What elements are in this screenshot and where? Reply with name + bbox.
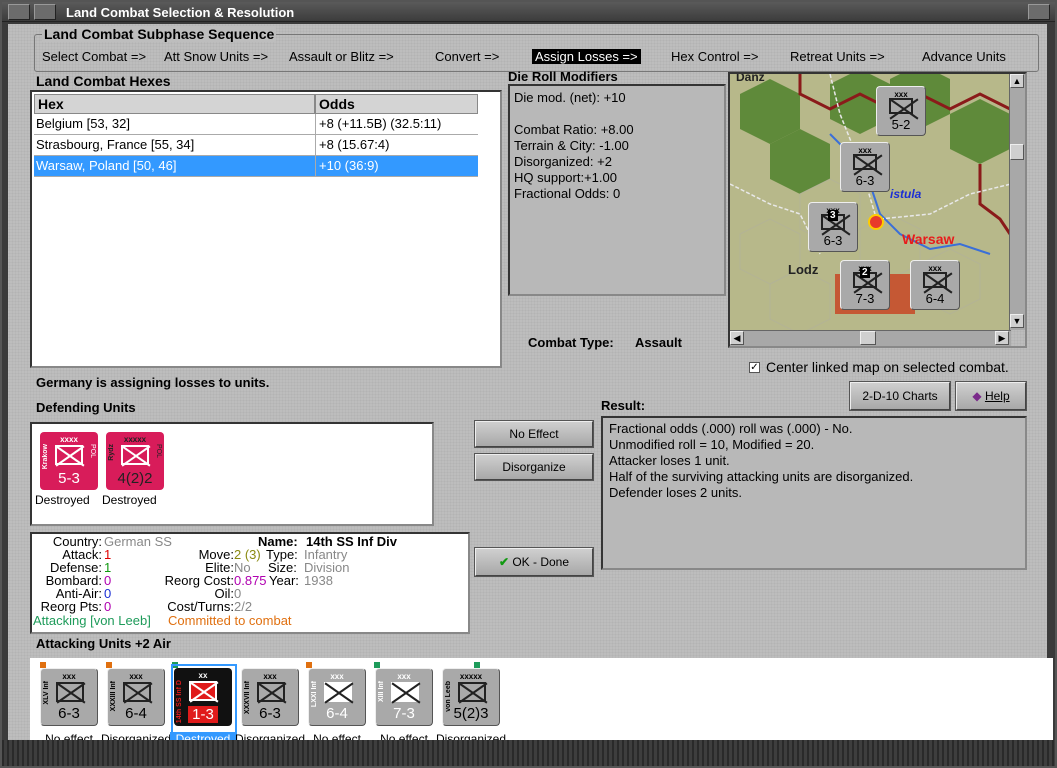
hex-table[interactable]: Hex Odds Belgium [53, 32] +8 (+11.5B) (3… — [30, 90, 502, 368]
result-line: Fractional odds (.000) roll was (.000) -… — [609, 421, 853, 436]
combat-window: Land Combat Selection & Resolution Land … — [0, 0, 1057, 768]
window-bottom-border — [2, 740, 1055, 766]
defending-units-panel: xxxx Krakow POL 5-3 xxxxx Rydz POL 4(2)2… — [30, 422, 434, 526]
odds-cell: +10 (36:9) — [319, 158, 379, 173]
scroll-down-arrow-icon[interactable]: ▼ — [1010, 314, 1024, 328]
unit-year: 1938 — [304, 573, 333, 588]
phase-select-combat[interactable]: Select Combat => — [42, 49, 146, 64]
defending-unit-counter[interactable]: xxxx Krakow POL 5-3 — [40, 432, 98, 490]
odds-cell: +8 (+11.5B) (32.5:11) — [319, 116, 442, 131]
stack-count-badge: 2 — [860, 267, 870, 278]
close-button[interactable] — [1028, 4, 1050, 20]
phase-retreat-units[interactable]: Retreat Units => — [790, 49, 885, 64]
defending-unit-counter[interactable]: xxxxx Rydz POL 4(2)2 — [106, 432, 164, 490]
table-row[interactable]: Strasbourg, France [55, 34] +8 (15.67:4) — [34, 135, 478, 156]
column-header-odds[interactable]: Odds — [315, 94, 478, 114]
attacking-unit-counter[interactable]: xxx XXXIII Inf 6-4 — [107, 668, 165, 726]
result-line: Unmodified roll = 10, Modified = 20. — [609, 437, 815, 452]
title-bar: Land Combat Selection & Resolution — [2, 2, 1055, 22]
unit-country: German SS — [104, 534, 172, 549]
result-line: Defender loses 2 units. — [609, 485, 742, 500]
attacking-unit-counter[interactable]: xxx XXXVII Inf 6-3 — [241, 668, 299, 726]
attacking-unit-counter[interactable]: xxx LXXI Inf 6-4 — [308, 668, 366, 726]
unit-status: Destroyed — [102, 493, 157, 507]
combat-type-value: Assault — [635, 335, 682, 350]
die-roll-line: Combat Ratio: +8.00 — [514, 122, 634, 137]
help-book-icon: ◆ — [972, 389, 985, 403]
result-line: Attacker loses 1 unit. — [609, 453, 730, 468]
map-vertical-scrollbar[interactable]: ▲ ▼ — [1009, 74, 1025, 330]
scroll-up-arrow-icon[interactable]: ▲ — [1010, 74, 1024, 88]
scroll-right-arrow-icon[interactable]: ▶ — [995, 331, 1009, 345]
die-roll-line: Die mod. (net): +10 — [514, 90, 626, 105]
attacking-unit-counter[interactable]: xxxxx von Leeb 5(2)3 — [442, 668, 500, 726]
charts-button[interactable]: 2-D-10 Charts — [849, 381, 951, 411]
phase-advance-units[interactable]: Advance Units — [922, 49, 1006, 64]
center-map-checkbox[interactable]: ✓ — [749, 362, 760, 373]
phase-att-snow-units[interactable]: Att Snow Units => — [164, 49, 268, 64]
unit-cost-turns: 2/2 — [234, 599, 253, 614]
unit-reorg-pts: 0 — [104, 599, 112, 614]
disorganize-button[interactable]: Disorganize — [474, 453, 594, 481]
stack-count-badge: 3 — [828, 210, 838, 221]
no-effect-button[interactable]: No Effect — [474, 420, 594, 448]
scroll-left-arrow-icon[interactable]: ◀ — [730, 331, 744, 345]
window-title: Land Combat Selection & Resolution — [66, 5, 295, 20]
die-roll-line: HQ support:+1.00 — [514, 170, 617, 185]
ok-done-button[interactable]: ✔ OK - Done — [474, 547, 594, 577]
scroll-thumb[interactable] — [860, 331, 876, 345]
phase-assign-losses[interactable]: Assign Losses => — [532, 49, 641, 64]
hex-cell: Warsaw, Poland [50, 46] — [36, 158, 177, 173]
map-label-warsaw: Warsaw — [902, 231, 955, 247]
phase-hex-control[interactable]: Hex Control => — [671, 49, 758, 64]
map-label-vistula: istula — [890, 187, 922, 201]
phase-convert[interactable]: Convert => — [435, 49, 499, 64]
help-button[interactable]: ◆ Help — [955, 381, 1027, 411]
subphase-title: Land Combat Subphase Sequence — [42, 26, 277, 42]
client-area: Land Combat Subphase Sequence Select Com… — [8, 24, 1053, 762]
status-line: Germany is assigning losses to units. — [36, 375, 270, 390]
die-roll-line: Terrain & City: -1.00 — [514, 138, 629, 153]
map-counter[interactable]: xxx 6-4 — [910, 260, 960, 310]
map-label-danzig: Danz — [736, 72, 765, 84]
center-map-label[interactable]: Center linked map on selected combat. — [766, 359, 1009, 375]
attacking-unit-counter-selected[interactable]: xx 14th SS Inf D 1-3 — [174, 668, 232, 726]
unit-status: Destroyed — [35, 493, 90, 507]
map-label-lodz: Lodz — [788, 262, 819, 277]
map-counter[interactable]: xxx 5-2 — [876, 86, 926, 136]
map-counter[interactable]: xxx 6-3 — [840, 142, 890, 192]
hex-cell: Belgium [53, 32] — [36, 116, 130, 131]
odds-cell: +8 (15.67:4) — [319, 137, 390, 152]
attacking-unit-counter[interactable]: xxx XIII Inf 7-3 — [375, 668, 433, 726]
defending-title: Defending Units — [36, 400, 136, 415]
die-roll-title: Die Roll Modifiers — [508, 69, 618, 84]
table-row-selected[interactable]: Warsaw, Poland [50, 46] +10 (36:9) — [34, 156, 478, 177]
combat-type-label: Combat Type: — [528, 335, 614, 350]
hexes-title: Land Combat Hexes — [36, 73, 171, 89]
attacking-title: Attacking Units +2 Air — [36, 636, 171, 651]
map-horizontal-scrollbar[interactable]: ◀ ▶ — [730, 330, 1011, 346]
die-roll-panel: Die mod. (net): +10 Combat Ratio: +8.00 … — [508, 84, 726, 296]
checkmark-icon: ✔ — [498, 555, 513, 569]
hex-cell: Strasbourg, France [55, 34] — [36, 137, 195, 152]
unit-committed-status: Committed to combat — [168, 613, 292, 628]
unit-attacking-status: Attacking [von Leeb] — [33, 613, 151, 628]
minimize-button[interactable] — [34, 4, 56, 20]
result-panel: Fractional odds (.000) roll was (.000) -… — [601, 416, 1027, 570]
phase-assault-or-blitz[interactable]: Assault or Blitz => — [289, 49, 394, 64]
die-roll-line: Disorganized: +2 — [514, 154, 612, 169]
scroll-thumb[interactable] — [1010, 144, 1024, 160]
result-line: Half of the surviving attacking units ar… — [609, 469, 914, 484]
table-row[interactable]: Belgium [53, 32] +8 (+11.5B) (32.5:11) — [34, 114, 478, 135]
attacking-unit-counter[interactable]: xxx XLV Inf 6-3 — [40, 668, 98, 726]
unit-info-panel: Country: German SS Name: 14th SS Inf Div… — [30, 532, 470, 634]
linked-map[interactable]: Danz istula Warsaw Lodz xxx 5-2 xxx 6-3 … — [728, 72, 1027, 348]
system-menu-button[interactable] — [8, 4, 30, 20]
die-roll-line: Fractional Odds: 0 — [514, 186, 621, 201]
result-title: Result: — [601, 398, 646, 413]
column-header-hex[interactable]: Hex — [34, 94, 315, 114]
